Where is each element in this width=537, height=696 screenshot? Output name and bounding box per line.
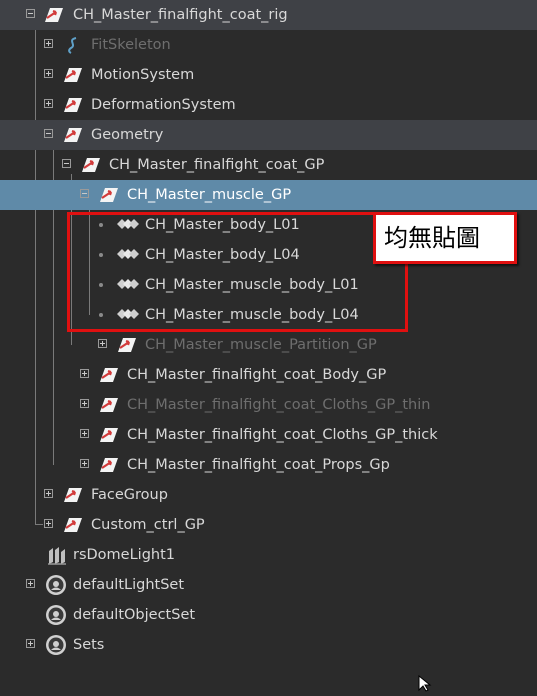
expand-toggle[interactable] (80, 429, 89, 438)
set-icon (45, 574, 66, 595)
expand-toggle[interactable] (80, 459, 89, 468)
outliner-row-label: defaultObjectSet (73, 607, 196, 623)
outliner-row-label: Custom_ctrl_GP (91, 517, 205, 533)
expand-toggle[interactable] (44, 519, 53, 528)
collapse-toggle[interactable] (44, 129, 53, 138)
dome-light-icon (46, 546, 66, 565)
transform-group-icon (63, 516, 83, 534)
outliner-row-partition-gp[interactable]: CH_Master_muscle_Partition_GP (0, 330, 537, 360)
expand-toggle[interactable] (44, 69, 53, 78)
mouse-cursor-icon (418, 674, 434, 696)
outliner-row-fitskeleton[interactable]: FitSkeleton (0, 30, 537, 60)
outliner-row-label: MotionSystem (91, 67, 195, 83)
transform-group-icon (81, 156, 101, 174)
outliner-row-label: CH_Master_finalfight_coat_Props_Gp (127, 457, 390, 473)
outliner-row-label: CH_Master_muscle_GP (127, 187, 292, 203)
annotation-text: 均無貼圖 (384, 224, 480, 252)
transform-group-icon (99, 396, 119, 414)
outliner-row-label: CH_Master_finalfight_coat_Cloths_GP_thin (127, 397, 431, 413)
outliner-row-deformationsystem[interactable]: DeformationSystem (0, 90, 537, 120)
outliner-row-motionsystem[interactable]: MotionSystem (0, 60, 537, 90)
expand-toggle[interactable] (44, 39, 53, 48)
expand-toggle[interactable] (44, 489, 53, 498)
curve-s-icon (63, 36, 83, 54)
outliner-panel: CH_Master_finalfight_coat_rig FitSkeleto… (0, 0, 537, 692)
expand-toggle[interactable] (26, 639, 35, 648)
transform-group-icon (63, 126, 83, 144)
collapse-toggle[interactable] (80, 189, 89, 198)
outliner-row-label: rsDomeLight1 (73, 547, 176, 563)
outliner-row-label: FaceGroup (91, 487, 168, 503)
outliner-row-label: Geometry (91, 127, 164, 143)
outliner-row-defaultlightset[interactable]: defaultLightSet (0, 570, 537, 600)
outliner-row-label: CH_Master_finalfight_coat_Body_GP (127, 367, 387, 383)
collapse-toggle[interactable] (26, 9, 35, 18)
outliner-row-custom-ctrl[interactable]: Custom_ctrl_GP (0, 510, 537, 540)
set-icon (45, 604, 66, 625)
outliner-row-geometry[interactable]: Geometry (0, 120, 537, 150)
transform-group-icon (117, 336, 137, 354)
set-icon (45, 634, 66, 655)
outliner-row-coat-gp[interactable]: CH_Master_finalfight_coat_GP (0, 150, 537, 180)
outliner-row-cloths-thin[interactable]: CH_Master_finalfight_coat_Cloths_GP_thin (0, 390, 537, 420)
outliner-row-label: FitSkeleton (91, 37, 171, 53)
expand-toggle[interactable] (26, 579, 35, 588)
outliner-row-facegroup[interactable]: FaceGroup (0, 480, 537, 510)
expand-toggle[interactable] (80, 399, 89, 408)
transform-group-icon (99, 366, 119, 384)
outliner-row-rig[interactable]: CH_Master_finalfight_coat_rig (0, 0, 537, 30)
annotation-highlight-box (67, 212, 408, 332)
transform-group-icon (99, 426, 119, 444)
outliner-row-defaultobjectset[interactable]: defaultObjectSet (0, 600, 537, 630)
expand-toggle[interactable] (80, 369, 89, 378)
transform-group-icon (99, 186, 119, 204)
outliner-row-body-gp[interactable]: CH_Master_finalfight_coat_Body_GP (0, 360, 537, 390)
outliner-row-label: CH_Master_finalfight_coat_Cloths_GP_thic… (127, 427, 438, 443)
outliner-row-props-gp[interactable]: CH_Master_finalfight_coat_Props_Gp (0, 450, 537, 480)
expand-toggle[interactable] (98, 339, 107, 348)
transform-group-icon (44, 6, 64, 24)
outliner-row-label: DeformationSystem (91, 97, 236, 113)
annotation-callout: 均無貼圖 (373, 212, 517, 264)
transform-group-icon (99, 456, 119, 474)
collapse-toggle[interactable] (62, 159, 71, 168)
outliner-row-domelight[interactable]: rsDomeLight1 (0, 540, 537, 570)
outliner-row-label: defaultLightSet (73, 577, 185, 593)
transform-group-icon (63, 486, 83, 504)
outliner-row-label: CH_Master_finalfight_coat_rig (73, 7, 288, 23)
outliner-row-sets[interactable]: Sets (0, 630, 537, 660)
outliner-row-label: CH_Master_finalfight_coat_GP (109, 157, 325, 173)
expand-toggle[interactable] (44, 99, 53, 108)
transform-group-icon (63, 96, 83, 114)
outliner-row-label: CH_Master_muscle_Partition_GP (145, 337, 377, 353)
outliner-row-muscle-gp[interactable]: CH_Master_muscle_GP (0, 180, 537, 210)
outliner-row-label: Sets (73, 637, 105, 653)
outliner-row-cloths-thick[interactable]: CH_Master_finalfight_coat_Cloths_GP_thic… (0, 420, 537, 450)
transform-group-icon (63, 66, 83, 84)
